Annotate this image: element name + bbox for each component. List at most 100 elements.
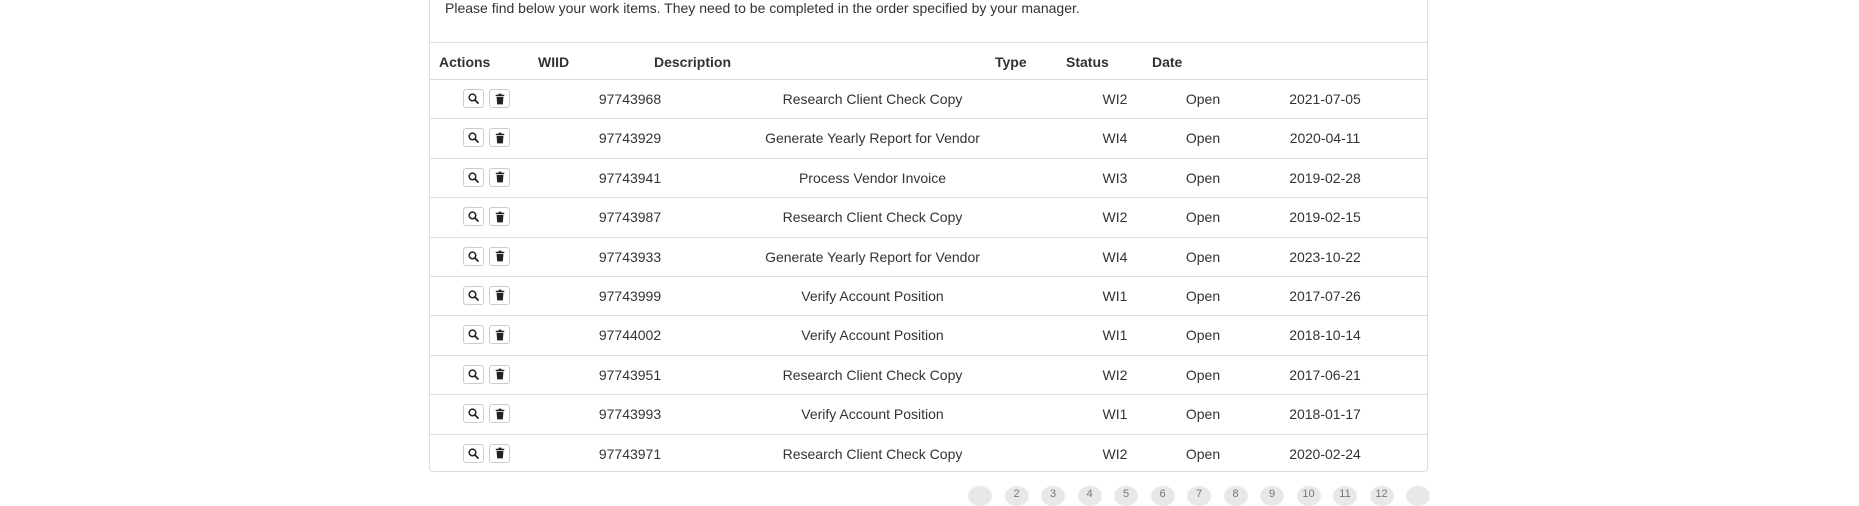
view-button[interactable] xyxy=(463,404,484,424)
cell-description: Research Client Check Copy xyxy=(782,91,963,107)
cell-description: Process Vendor Invoice xyxy=(798,169,947,186)
header-date: Date xyxy=(1152,54,1183,70)
delete-button[interactable] xyxy=(489,89,510,108)
cell-type: WI4 xyxy=(1102,248,1128,265)
trash-icon xyxy=(495,250,505,262)
trash-icon xyxy=(495,408,505,420)
page-button[interactable]: 4 xyxy=(1077,486,1102,506)
view-button[interactable] xyxy=(463,443,484,463)
cell-date: 2021-07-05 xyxy=(1289,91,1361,107)
view-button[interactable] xyxy=(463,128,484,148)
cell-description: Verify Account Position xyxy=(801,327,944,344)
page-button[interactable]: 7 xyxy=(1187,486,1211,506)
cell-date: 2019-02-28 xyxy=(1289,169,1361,186)
page-button[interactable]: 11 xyxy=(1333,486,1357,506)
cell-type: WI1 xyxy=(1102,327,1128,344)
cell-wiid: 97743933 xyxy=(598,248,662,265)
view-button[interactable] xyxy=(463,285,484,305)
cell-date: 2019-02-15 xyxy=(1289,209,1361,226)
delete-button[interactable] xyxy=(489,325,510,345)
search-icon xyxy=(468,408,479,419)
cell-wiid: 97743941 xyxy=(598,169,662,186)
cell-type: WI3 xyxy=(1102,169,1128,186)
page-button[interactable]: 2 xyxy=(1004,486,1029,506)
trash-icon xyxy=(495,329,505,341)
trash-icon xyxy=(495,93,505,105)
cell-date: 2017-06-21 xyxy=(1289,366,1361,383)
search-icon xyxy=(468,369,479,380)
delete-button[interactable] xyxy=(489,167,510,187)
table-header: Actions WIID Description Type Status Dat… xyxy=(430,42,1427,80)
cell-status: Open xyxy=(1185,327,1221,344)
search-icon xyxy=(468,290,479,301)
cell-date: 2018-01-17 xyxy=(1289,406,1361,423)
table-row: 97743999 Verify Account Position WI1 Open 20… xyxy=(430,277,1427,317)
header-description: Description xyxy=(654,54,732,70)
cell-type: WI1 xyxy=(1102,406,1128,423)
delete-button[interactable] xyxy=(489,128,510,148)
search-icon xyxy=(468,447,479,459)
search-icon xyxy=(468,132,479,144)
delete-button[interactable] xyxy=(489,364,510,384)
work-items-table: Actions WIID Description Type Status Dat… xyxy=(430,42,1427,474)
view-button[interactable] xyxy=(463,325,484,345)
cell-description: Research Client Check Copy xyxy=(782,209,963,226)
cell-date: 2020-04-11 xyxy=(1289,130,1361,147)
cell-status: Open xyxy=(1185,209,1221,226)
cell-description: Verify Account Position xyxy=(801,287,944,304)
page-button[interactable]: 10 xyxy=(1296,486,1321,506)
view-button[interactable] xyxy=(463,246,484,266)
page-button[interactable]: 8 xyxy=(1223,486,1248,506)
delete-button[interactable] xyxy=(489,207,510,227)
cell-wiid: 97744002 xyxy=(598,327,662,344)
trash-icon xyxy=(495,132,505,144)
view-button[interactable] xyxy=(463,364,484,384)
search-icon xyxy=(468,211,479,223)
trash-icon xyxy=(495,171,505,183)
header-wiid: WIID xyxy=(538,54,570,70)
delete-button[interactable] xyxy=(489,285,510,305)
page-button[interactable]: 12 xyxy=(1369,486,1394,506)
cell-wiid: 97743993 xyxy=(598,406,662,423)
search-icon xyxy=(468,329,479,341)
page-next-button[interactable] xyxy=(1406,486,1430,506)
cell-description: Generate Yearly Report for Vendor xyxy=(765,248,980,265)
cell-status: Open xyxy=(1185,366,1221,383)
cell-date: 2017-07-26 xyxy=(1289,287,1361,304)
table-row: 97743951 Research Client Check Copy WI2 Ope… xyxy=(430,356,1427,396)
delete-button[interactable] xyxy=(489,246,510,266)
cell-status: Open xyxy=(1185,248,1221,265)
search-icon xyxy=(468,93,479,104)
cell-wiid: 97743968 xyxy=(598,91,662,107)
table-row: 97743987 Research Client Check Copy WI2 Ope… xyxy=(430,198,1427,238)
cell-type: WI2 xyxy=(1102,91,1128,107)
view-button[interactable] xyxy=(463,89,484,108)
cell-type: WI2 xyxy=(1102,445,1128,462)
cell-wiid: 97743999 xyxy=(598,287,662,304)
cell-status: Open xyxy=(1185,130,1221,147)
cell-description: Research Client Check Copy xyxy=(782,366,963,383)
page-button[interactable]: 3 xyxy=(1041,486,1065,506)
cell-status: Open xyxy=(1185,287,1221,304)
header-status: Status xyxy=(1066,54,1109,70)
table-row: 97743941 Process Vendor Invoice WI3 Open 201… xyxy=(430,159,1427,199)
table-row: 97743929 Generate Yearly Report for Vendo… xyxy=(430,119,1427,159)
page-prev-button[interactable] xyxy=(968,486,992,506)
trash-icon xyxy=(495,211,505,223)
delete-button[interactable] xyxy=(489,443,510,463)
cell-type: WI4 xyxy=(1102,130,1128,147)
cell-wiid: 97743987 xyxy=(598,209,662,226)
page-button[interactable]: 5 xyxy=(1114,486,1138,506)
cell-date: 2020-02-24 xyxy=(1289,445,1361,462)
cell-status: Open xyxy=(1185,91,1221,107)
cell-wiid: 97743929 xyxy=(598,130,662,147)
page-button[interactable]: 6 xyxy=(1150,486,1175,506)
intro-text: Please find below your work items. They … xyxy=(445,0,1080,16)
table-row: 97743993 Verify Account Position WI1 Open 20… xyxy=(430,395,1427,435)
view-button[interactable] xyxy=(463,207,484,227)
page-button[interactable]: 9 xyxy=(1260,486,1284,506)
cell-date: 2023-10-22 xyxy=(1289,248,1361,265)
cell-status: Open xyxy=(1185,169,1221,186)
view-button[interactable] xyxy=(463,167,484,187)
delete-button[interactable] xyxy=(489,404,510,424)
